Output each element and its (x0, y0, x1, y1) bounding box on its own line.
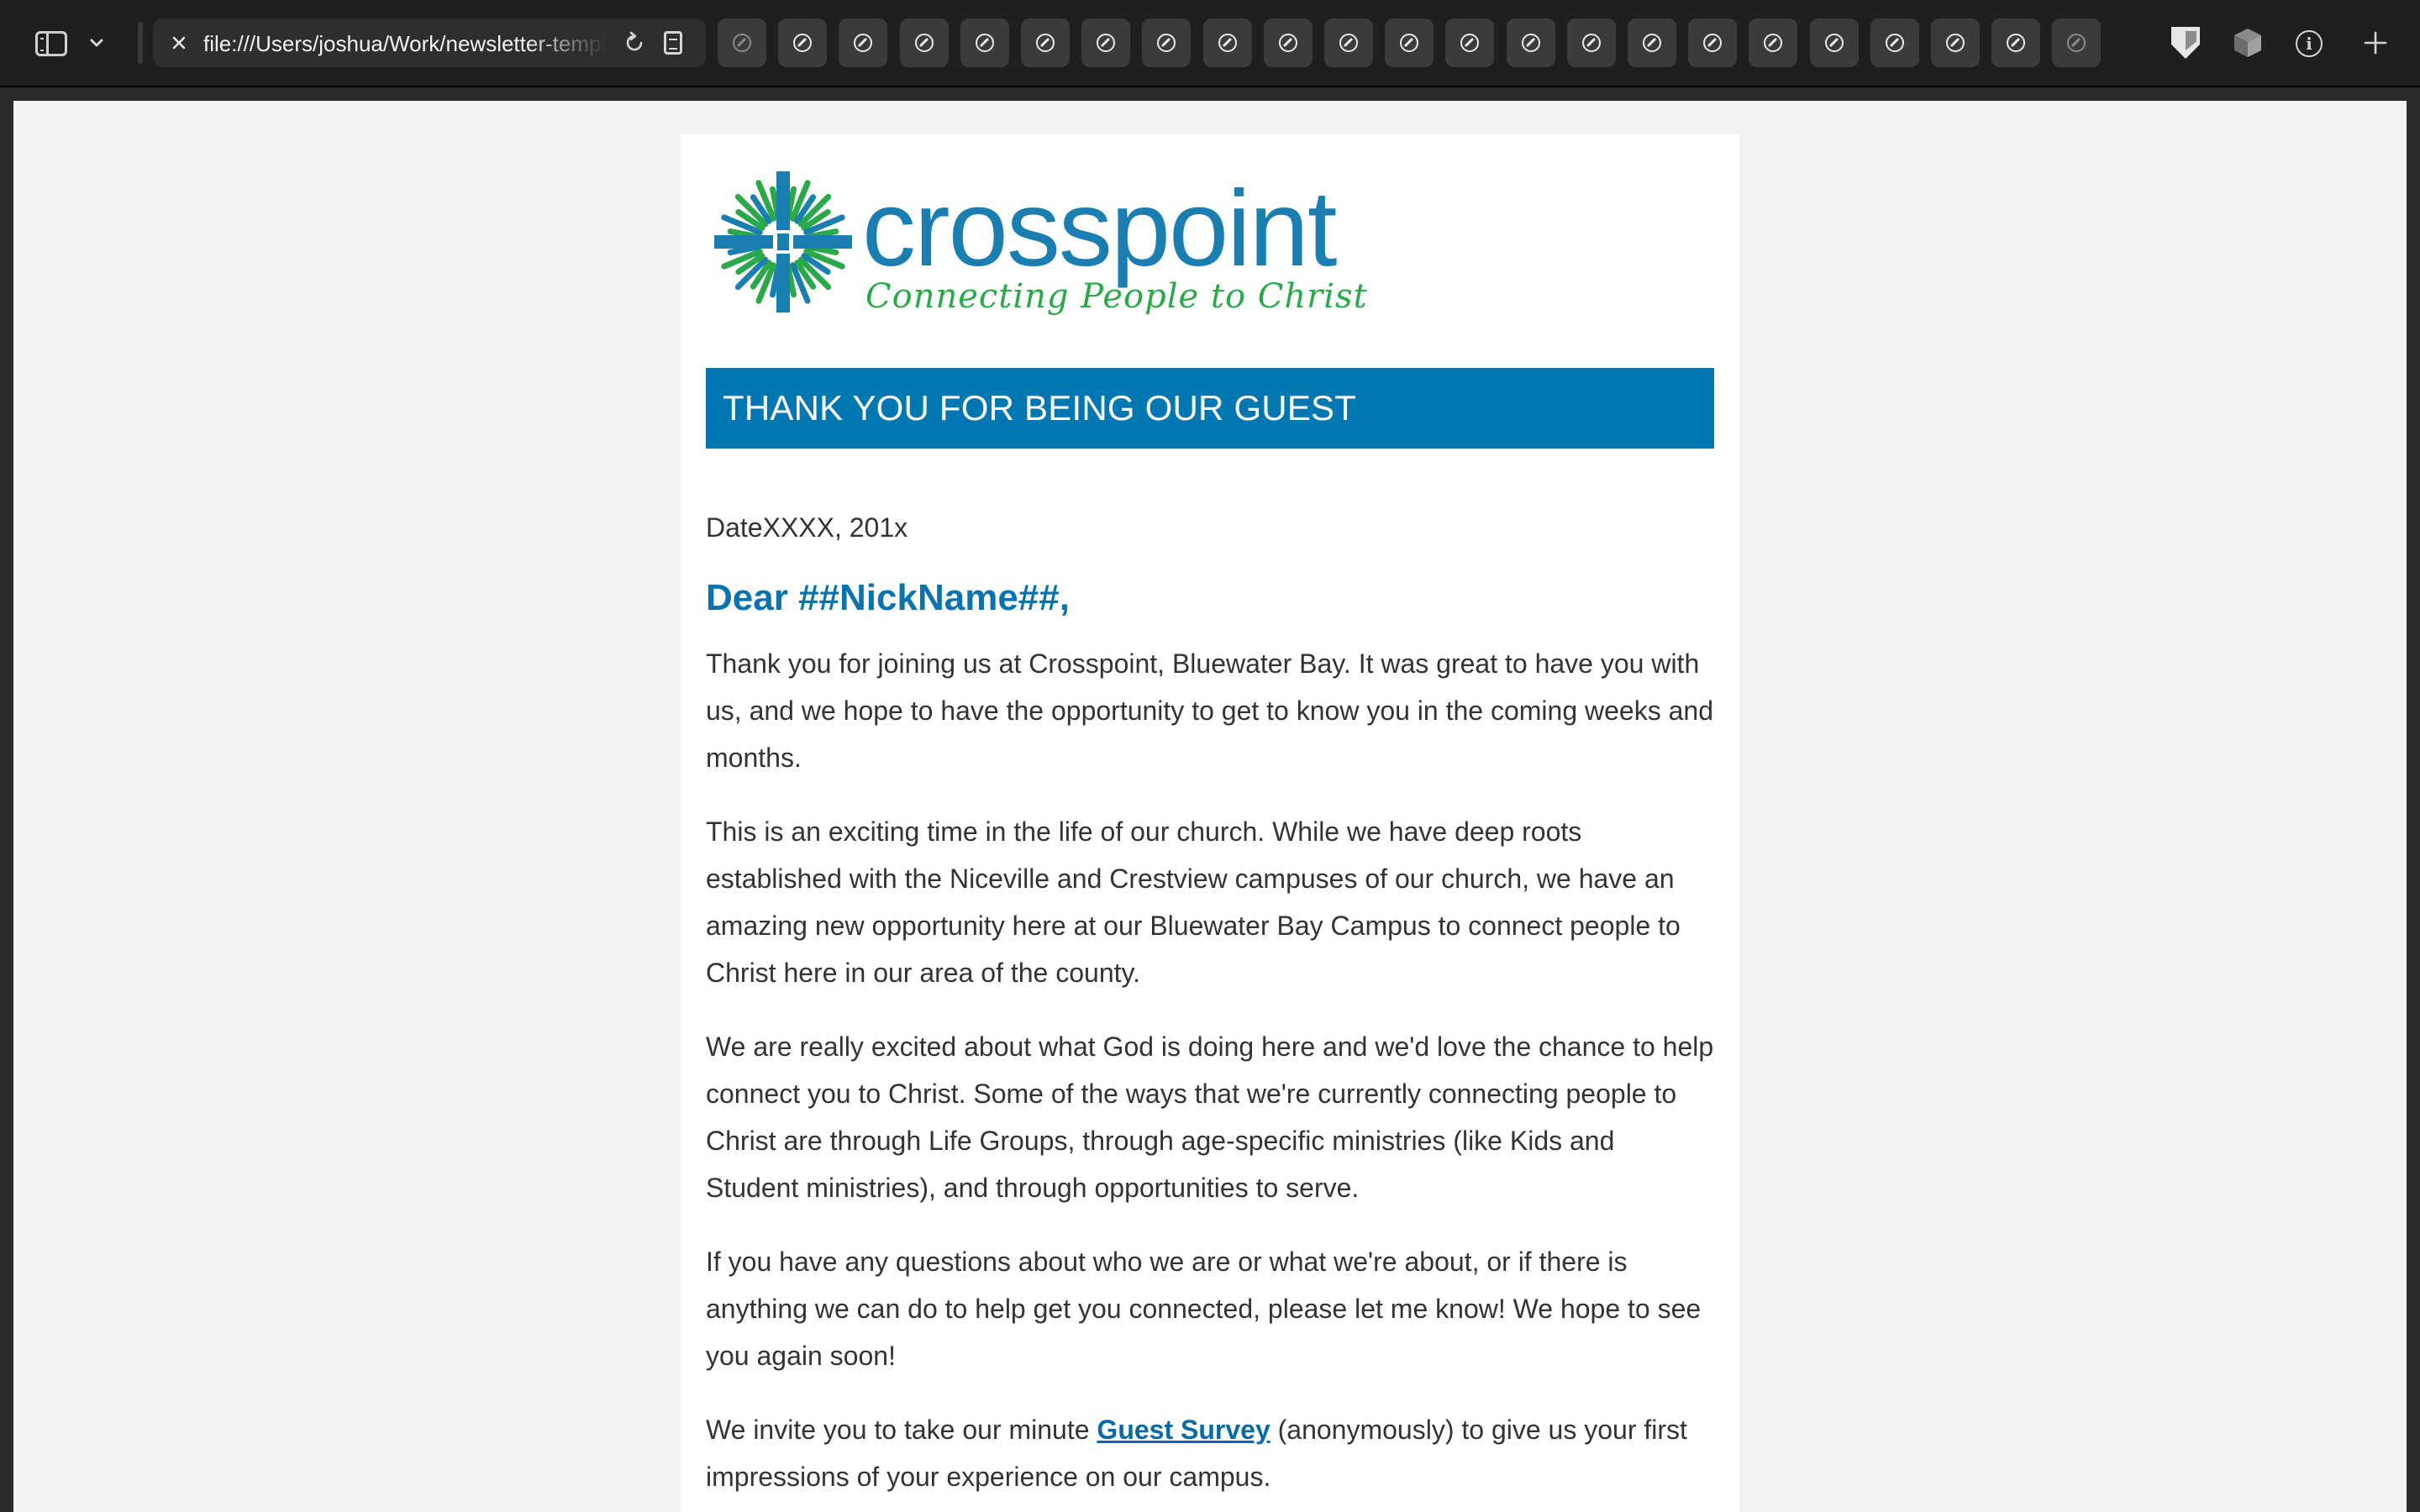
compass-icon (1157, 34, 1176, 52)
extension-button[interactable] (2228, 24, 2267, 62)
chevron-down-icon (90, 39, 103, 47)
email-paragraph: This is an exciting time in the life of … (706, 816, 1681, 988)
tab-group-menu-button[interactable] (82, 29, 111, 57)
browser-tab[interactable] (1991, 18, 2040, 67)
reader-mode-icon[interactable] (659, 29, 687, 57)
email-paragraph: We are really excited about what God is … (706, 1032, 1714, 1203)
browser-tab[interactable] (1264, 18, 1313, 67)
compass-icon (2067, 34, 2086, 52)
compass-icon (1097, 34, 1115, 52)
url-display-wrapper: file:///Users/joshua/Work/newsletter-tem… (203, 29, 607, 58)
browser-tab[interactable] (1445, 18, 1494, 67)
email-paragraph: If you have any questions about who we a… (706, 1247, 1702, 1371)
browser-tab[interactable] (778, 18, 827, 67)
sidebar-icon (35, 31, 67, 56)
logo-tagline: Connecting People to Christ (865, 277, 1368, 316)
compass-icon (1764, 34, 1782, 52)
compass-icon (1400, 34, 1418, 52)
browser-tab[interactable] (900, 18, 949, 67)
page-viewport: crosspoint Connecting People to Christ T… (13, 101, 2407, 1512)
compass-icon (1279, 34, 1297, 52)
browser-tab[interactable] (1142, 18, 1191, 67)
compass-icon (854, 34, 872, 52)
compass-icon (1036, 34, 1055, 52)
email-body: DateXXXX, 201x Dear ##NickName##, Thank … (706, 504, 1714, 1512)
compass-icon (733, 34, 751, 52)
address-bar[interactable]: file:///Users/joshua/Work/newsletter-tem… (153, 18, 706, 67)
browser-tab[interactable] (1385, 18, 1434, 67)
compass-icon (1339, 34, 1358, 52)
browser-tab[interactable] (1810, 18, 1859, 67)
browser-tab[interactable] (1628, 18, 1676, 67)
compass-icon (1582, 34, 1601, 52)
crosspoint-logo: crosspoint Connecting People to Christ (714, 169, 1368, 316)
compass-icon (1218, 34, 1237, 52)
browser-toolbar: file:///Users/joshua/Work/newsletter-tem… (0, 0, 2420, 87)
cube-icon (2234, 29, 2261, 57)
compass-icon (1522, 34, 1540, 52)
plus-icon (2364, 31, 2387, 55)
browser-tab[interactable] (1507, 18, 1555, 67)
browser-tab[interactable] (2052, 18, 2101, 67)
compass-icon (793, 34, 812, 52)
toolbar-separator (138, 22, 143, 64)
email-banner: THANK YOU FOR BEING OUR GUEST (706, 368, 1714, 449)
email-date: DateXXXX, 201x (706, 512, 908, 543)
new-tab-button[interactable] (2356, 24, 2395, 62)
compass-icon (1886, 34, 1904, 52)
logo-wordmark: crosspoint (862, 169, 1337, 289)
browser-tab[interactable] (1931, 18, 1980, 67)
browser-tab[interactable] (1567, 18, 1616, 67)
compass-icon (1460, 34, 1479, 52)
survey-text-before: We invite you to take our minute (706, 1415, 1097, 1445)
page-info-button[interactable]: i (2291, 25, 2328, 62)
info-icon: i (2296, 30, 2323, 57)
browser-tab[interactable] (1081, 18, 1130, 67)
url-text[interactable]: file:///Users/joshua/Work/newsletter-tem… (203, 29, 607, 58)
survey-paragraph: We invite you to take our minute Guest S… (706, 1406, 1714, 1500)
browser-tab[interactable] (1324, 18, 1373, 67)
browser-tab[interactable] (1870, 18, 1919, 67)
browser-tab[interactable] (1688, 18, 1737, 67)
shield-icon (2171, 27, 2200, 59)
sidebar-toggle-button[interactable] (30, 25, 72, 62)
guest-survey-link[interactable]: Guest Survey (1097, 1415, 1270, 1445)
browser-tab[interactable] (1749, 18, 1797, 67)
email-container: crosspoint Connecting People to Christ T… (681, 134, 1739, 1512)
browser-tab[interactable] (960, 18, 1009, 67)
compass-icon (1825, 34, 1844, 52)
reload-icon[interactable] (620, 29, 649, 57)
close-tab-icon[interactable] (165, 29, 193, 57)
compass-icon (915, 34, 934, 52)
compass-icon (1946, 34, 1965, 52)
browser-tab[interactable] (718, 18, 766, 67)
email-greeting: Dear ##NickName##, (706, 577, 1070, 618)
compass-icon (1643, 34, 1661, 52)
compass-icon (2007, 34, 2025, 52)
browser-tab[interactable] (839, 18, 887, 67)
email-paragraph: Thank you for joining us at Crosspoint, … (706, 648, 1713, 773)
browser-tab[interactable] (1021, 18, 1070, 67)
compass-icon (976, 34, 994, 52)
browser-tab[interactable] (1203, 18, 1252, 67)
privacy-shield-button[interactable] (2166, 24, 2205, 62)
compass-icon (1703, 34, 1722, 52)
